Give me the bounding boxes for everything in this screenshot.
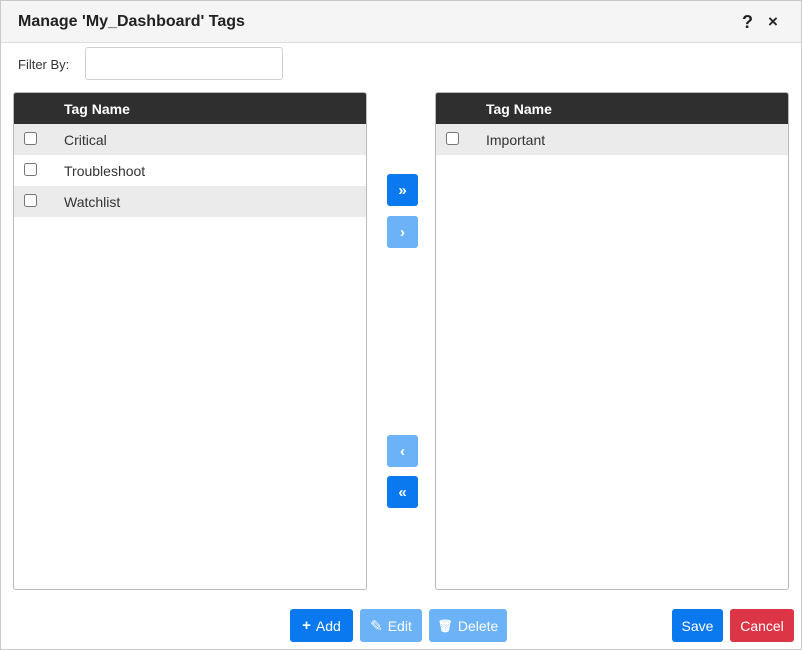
add-button[interactable]: + Add	[290, 609, 353, 642]
filter-label: Filter By:	[18, 57, 70, 72]
column-header-tag-name: Tag Name	[486, 101, 552, 117]
pencil-icon: ✎	[370, 617, 383, 635]
column-header-tag-name: Tag Name	[64, 101, 130, 117]
delete-button-label: Delete	[457, 617, 499, 634]
trash-icon: 🗑	[437, 618, 453, 633]
chevron-left-icon: ‹	[400, 442, 405, 460]
save-button-label: Save	[681, 617, 714, 634]
item-checkbox[interactable]	[24, 132, 37, 145]
add-all-button[interactable]: »	[387, 174, 418, 206]
assigned-tags-panel: Tag Name Important	[435, 92, 789, 590]
edit-button-label: Edit	[387, 617, 412, 634]
delete-button[interactable]: 🗑 Delete	[429, 609, 507, 642]
item-checkbox[interactable]	[24, 163, 37, 176]
double-chevron-right-icon: »	[398, 181, 407, 199]
item-label: Important	[486, 132, 546, 148]
save-button[interactable]: Save	[672, 609, 723, 642]
manage-tags-dialog: Manage 'My_Dashboard' Tags ? × Filter By…	[0, 0, 802, 650]
edit-button[interactable]: ✎ Edit	[360, 609, 422, 642]
item-checkbox[interactable]	[24, 194, 37, 207]
plus-icon: +	[302, 617, 311, 634]
close-icon[interactable]: ×	[768, 12, 778, 32]
filter-input[interactable]	[85, 47, 283, 80]
cancel-button[interactable]: Cancel	[730, 609, 794, 642]
double-chevron-left-icon: «	[398, 483, 407, 501]
list-item[interactable]: Watchlist	[14, 186, 366, 217]
item-label: Watchlist	[64, 194, 121, 210]
item-label: Critical	[64, 132, 107, 148]
item-checkbox[interactable]	[446, 132, 459, 145]
list-item[interactable]: Critical	[14, 124, 366, 155]
assigned-tags-header: Tag Name	[436, 93, 788, 124]
add-selected-button[interactable]: ›	[387, 216, 418, 248]
cancel-button-label: Cancel	[740, 617, 784, 634]
help-icon[interactable]: ?	[742, 12, 753, 33]
remove-all-button[interactable]: «	[387, 476, 418, 508]
available-tags-header: Tag Name	[14, 93, 366, 124]
list-item[interactable]: Important	[436, 124, 788, 155]
item-label: Troubleshoot	[64, 163, 146, 179]
dialog-titlebar: Manage 'My_Dashboard' Tags ? ×	[1, 1, 801, 43]
chevron-right-icon: ›	[400, 223, 405, 241]
list-item[interactable]: Troubleshoot	[14, 155, 366, 186]
dialog-title: Manage 'My_Dashboard' Tags	[18, 13, 245, 30]
remove-selected-button[interactable]: ‹	[387, 435, 418, 467]
add-button-label: Add	[315, 617, 341, 634]
available-tags-panel: Tag Name Critical Troubleshoot Watchlist	[13, 92, 367, 590]
